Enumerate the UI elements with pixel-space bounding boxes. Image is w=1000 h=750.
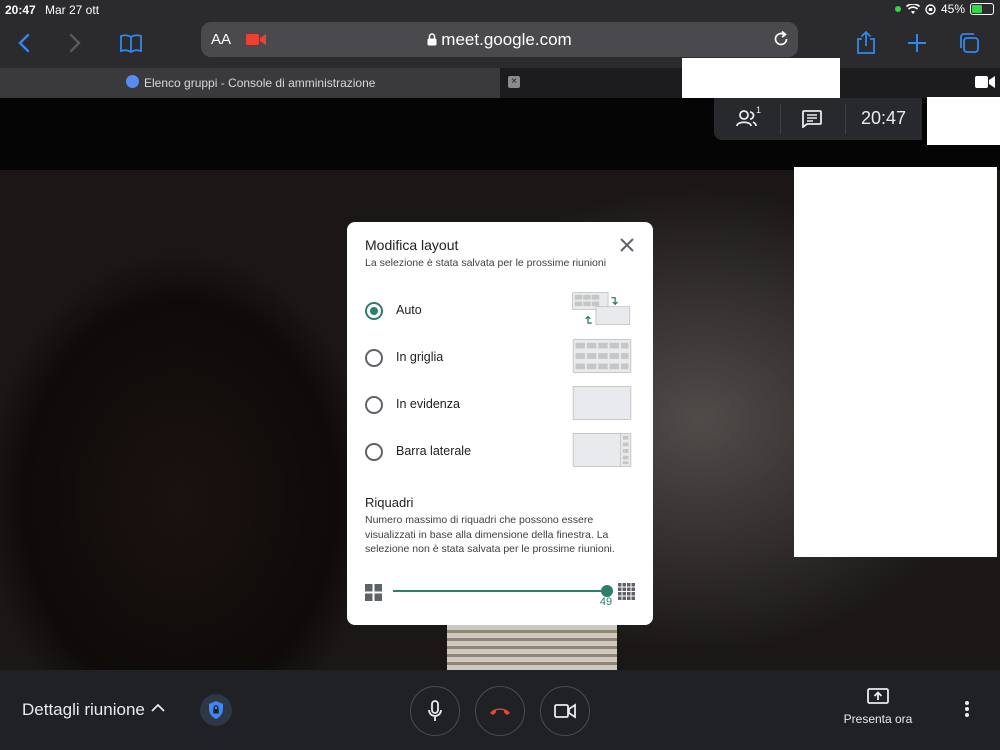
tab-title: Elenco gruppi - Console di amministrazio…	[144, 76, 376, 90]
redacted-area	[682, 58, 840, 99]
large-grid-icon	[618, 583, 635, 600]
tab-admin-console[interactable]: Elenco gruppi - Console di amministrazio…	[0, 68, 500, 98]
spotlight-layout-icon	[572, 386, 632, 420]
dialog-title: Modifica layout	[365, 237, 459, 253]
microphone-button[interactable]	[410, 686, 460, 736]
reload-icon[interactable]	[772, 30, 790, 48]
battery-icon	[970, 3, 994, 15]
share-button[interactable]	[849, 26, 883, 60]
layout-option-sidebar[interactable]: Barra laterale	[365, 433, 635, 469]
option-label: Auto	[396, 303, 422, 317]
wifi-icon	[905, 3, 920, 14]
forward-button[interactable]	[58, 26, 92, 60]
share-icon	[857, 31, 875, 54]
shield-lock-icon	[209, 701, 223, 719]
phone-hangup-icon	[490, 708, 510, 715]
auto-layout-icon	[572, 292, 631, 325]
video-camera-icon	[554, 703, 576, 719]
status-bar: 20:47 Mar 27 ott 45%	[0, 0, 1000, 20]
browser-toolbar: AA meet.google.com	[0, 20, 1000, 68]
divider	[780, 104, 781, 134]
radio-button[interactable]	[365, 302, 383, 320]
tiles-section-description: Numero massimo di riquadri che possono e…	[365, 514, 615, 555]
video-camera-icon[interactable]	[975, 75, 995, 89]
meeting-details-button[interactable]: Dettagli riunione	[22, 700, 145, 720]
url-text: meet.google.com	[441, 30, 572, 49]
tab-bar: Elenco gruppi - Console di amministrazio…	[0, 68, 1000, 98]
chevron-up-icon[interactable]	[150, 700, 166, 716]
camera-in-use-icon	[894, 6, 901, 12]
redacted-area	[927, 97, 1000, 145]
radio-button[interactable]	[365, 349, 383, 367]
meeting-info-bar: 1 20:47	[714, 98, 922, 140]
status-date: Mar 27 ott	[45, 3, 100, 17]
back-button[interactable]	[7, 26, 41, 60]
chevron-left-icon	[18, 33, 30, 53]
orientation-lock-icon	[925, 3, 936, 15]
option-label: In evidenza	[396, 397, 460, 411]
meeting-clock: 20:47	[860, 108, 906, 128]
chat-icon	[802, 110, 822, 129]
new-tab-button[interactable]	[900, 26, 934, 60]
chat-button[interactable]	[802, 110, 822, 133]
close-tab-button[interactable]: ×	[508, 76, 520, 88]
layout-option-spotlight[interactable]: In evidenza	[365, 386, 635, 422]
status-indicators: 45%	[894, 2, 994, 16]
grid-layout-icon	[572, 339, 632, 373]
participants-count: 1	[756, 105, 762, 115]
address-bar[interactable]: AA meet.google.com	[201, 22, 798, 57]
admin-console-favicon-icon	[126, 75, 139, 88]
present-now-label: Presenta ora	[843, 712, 913, 726]
option-label: In griglia	[396, 350, 444, 364]
microphone-icon	[428, 700, 442, 721]
bookmarks-button[interactable]	[114, 26, 148, 60]
security-button[interactable]	[200, 694, 232, 726]
participants-button[interactable]: 1	[736, 105, 762, 130]
present-now-button[interactable]: Presenta ora	[840, 688, 916, 726]
book-icon	[120, 34, 142, 53]
camera-button[interactable]	[540, 686, 590, 736]
status-time: 20:47	[5, 3, 36, 17]
tabs-icon	[960, 33, 979, 53]
battery-percent: 45%	[940, 2, 965, 16]
dialog-subtitle: La selezione è stata salvata per le pros…	[365, 257, 607, 269]
chevron-right-icon	[69, 33, 81, 53]
hang-up-button[interactable]	[475, 686, 525, 736]
layout-option-auto[interactable]: Auto	[365, 292, 635, 328]
divider	[845, 104, 846, 134]
lock-icon	[427, 33, 437, 46]
present-screen-icon	[867, 688, 889, 704]
sidebar-layout-icon	[572, 433, 632, 467]
close-icon[interactable]	[619, 237, 635, 253]
tabs-overview-button[interactable]	[952, 26, 986, 60]
url-display[interactable]: meet.google.com	[201, 30, 798, 50]
layout-option-grid[interactable]: In griglia	[365, 339, 635, 375]
change-layout-dialog: Modifica layout La selezione è stata sal…	[347, 222, 653, 625]
meet-control-bar: Dettagli riunione Presenta ora	[0, 670, 1000, 750]
radio-button[interactable]	[365, 396, 383, 414]
tiles-slider-track[interactable]	[393, 590, 607, 592]
radio-button[interactable]	[365, 443, 383, 461]
more-options-icon[interactable]	[964, 700, 970, 718]
small-grid-icon	[365, 584, 382, 601]
option-label: Barra laterale	[396, 444, 472, 458]
plus-icon	[908, 34, 926, 52]
tiles-section-title: Riquadri	[365, 495, 414, 510]
tiles-slider-value: 49	[599, 596, 613, 608]
redacted-area	[794, 167, 997, 557]
